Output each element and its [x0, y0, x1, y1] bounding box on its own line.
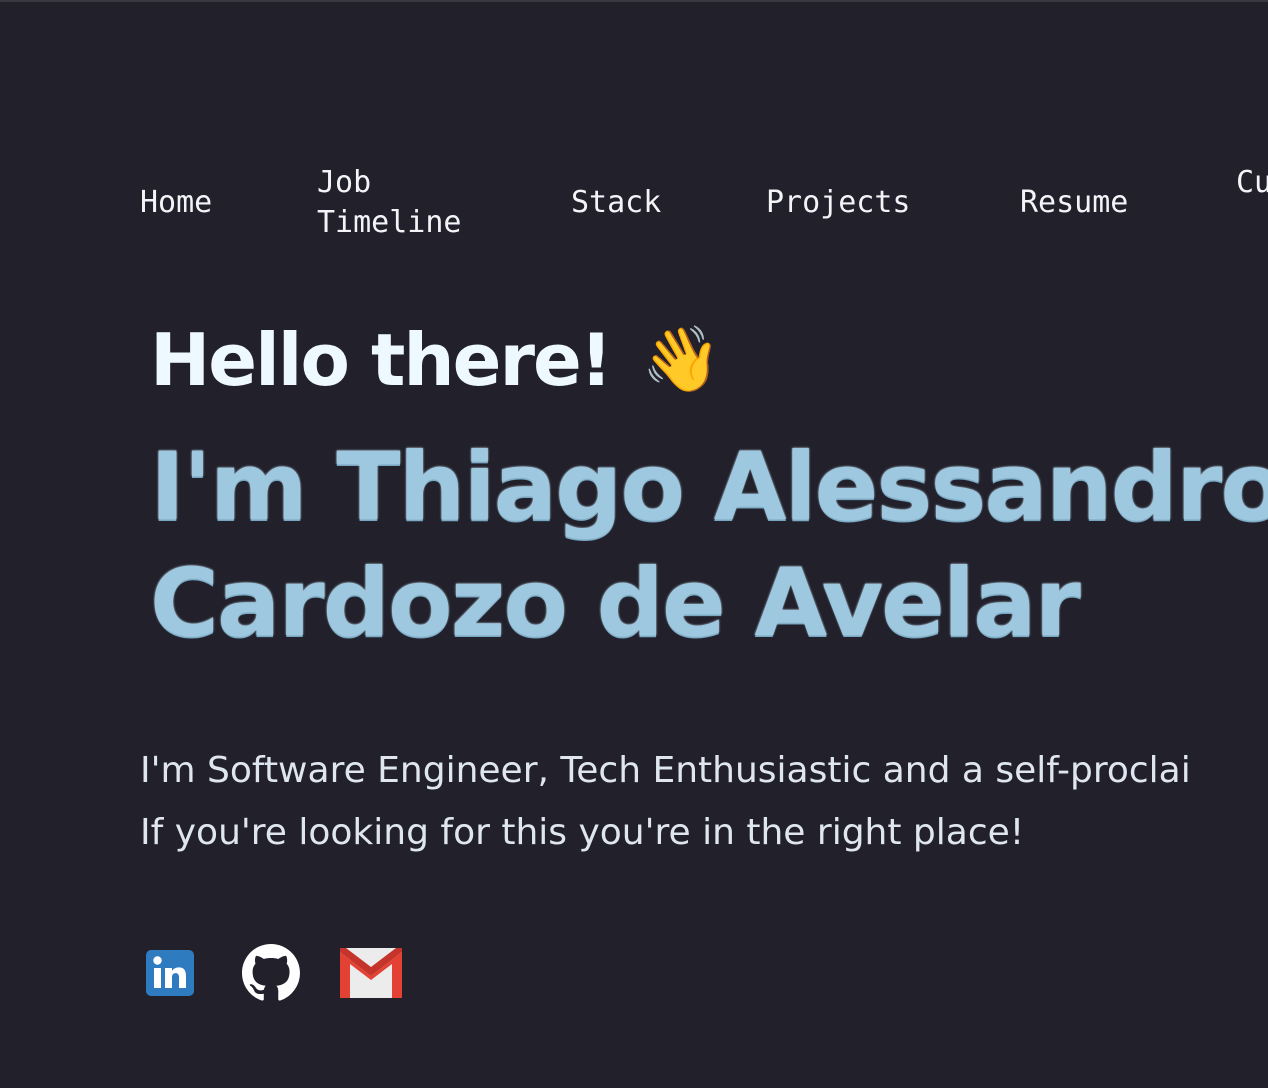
hero-name: I'm Thiago Alessandro Cardozo de Avelar [150, 430, 1268, 662]
nav-cut-off-item[interactable]: Cu em [1236, 163, 1268, 203]
nav-projects[interactable]: Projects [766, 183, 911, 223]
hero-greeting: Hello there! 👋 [150, 310, 722, 410]
intro-line-1: I'm Software Engineer, Tech Enthusiastic… [140, 750, 1191, 791]
github-icon[interactable] [242, 944, 300, 1007]
main-nav: Home Job Timeline Stack Projects Resume … [0, 0, 1268, 260]
nav-stack[interactable]: Stack [571, 183, 661, 223]
waving-hand-icon: 👋 [641, 323, 722, 397]
nav-home[interactable]: Home [140, 183, 212, 223]
intro-line-2: If you're looking for this you're in the… [140, 812, 1025, 853]
linkedin-icon[interactable] [146, 950, 194, 1001]
hero-intro: I'm Software Engineer, Tech Enthusiastic… [140, 740, 1191, 864]
nav-job-timeline[interactable]: Job Timeline [317, 163, 497, 243]
name-line-1: I'm Thiago Alessandro [150, 433, 1268, 542]
gmail-icon[interactable] [340, 948, 402, 1003]
greeting-text: Hello there! [150, 318, 613, 402]
nav-resume[interactable]: Resume [1020, 183, 1128, 223]
name-line-2: Cardozo de Avelar [150, 549, 1081, 658]
